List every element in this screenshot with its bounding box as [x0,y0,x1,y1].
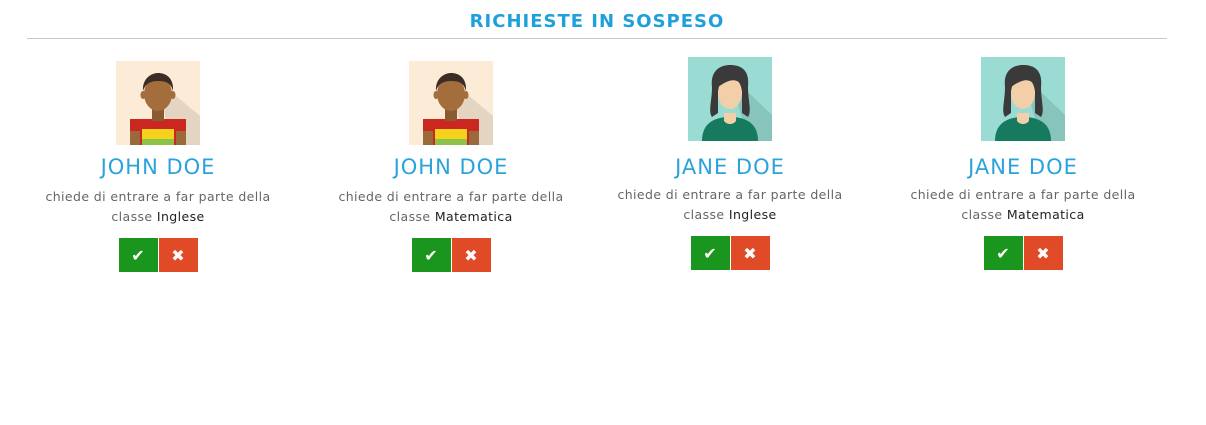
class-name: Matematica [434,209,513,224]
female-avatar-icon [981,57,1065,141]
accept-button[interactable]: ✔ [118,238,158,272]
reject-button[interactable]: ✖ [730,236,770,270]
requester-name: JANE DOE [675,155,785,179]
male-avatar-icon [409,61,493,145]
male-avatar-icon [116,61,200,145]
request-actions: ✔ ✖ [983,236,1063,270]
request-actions: ✔ ✖ [411,238,491,272]
close-icon: ✖ [743,243,757,263]
accept-button[interactable]: ✔ [690,236,730,270]
class-name: Inglese [728,207,777,222]
request-description: chiede di entrare a far parte della clas… [45,189,271,224]
request-description: chiede di entrare a far parte della clas… [910,187,1136,222]
page-title: RICHIESTE IN SOSPESO [469,11,725,32]
class-name: Inglese [156,209,205,224]
reject-button[interactable]: ✖ [158,238,198,272]
accept-button[interactable]: ✔ [983,236,1023,270]
request-description: chiede di entrare a far parte della clas… [617,187,843,222]
request-actions: ✔ ✖ [118,238,198,272]
female-avatar-icon [688,57,772,141]
divider [27,38,1167,39]
check-icon: ✔ [131,245,145,265]
request-description: chiede di entrare a far parte della clas… [338,189,564,224]
requester-name: JOHN DOE [100,155,216,179]
close-icon: ✖ [171,245,185,265]
check-icon: ✔ [424,245,438,265]
request-card: JOHN DOE chiede di entrare a far parte d… [311,57,591,272]
request-actions: ✔ ✖ [690,236,770,270]
accept-button[interactable]: ✔ [411,238,451,272]
request-card: JOHN DOE chiede di entrare a far parte d… [18,57,298,272]
requester-name: JOHN DOE [393,155,509,179]
check-icon: ✔ [703,243,717,263]
request-card: JANE DOE chiede di entrare a far parte d… [883,57,1163,270]
reject-button[interactable]: ✖ [1023,236,1063,270]
class-name: Matematica [1006,207,1085,222]
requester-name: JANE DOE [968,155,1078,179]
request-card: JANE DOE chiede di entrare a far parte d… [590,57,870,270]
reject-button[interactable]: ✖ [451,238,491,272]
check-icon: ✔ [996,243,1010,263]
close-icon: ✖ [1036,243,1050,263]
close-icon: ✖ [464,245,478,265]
